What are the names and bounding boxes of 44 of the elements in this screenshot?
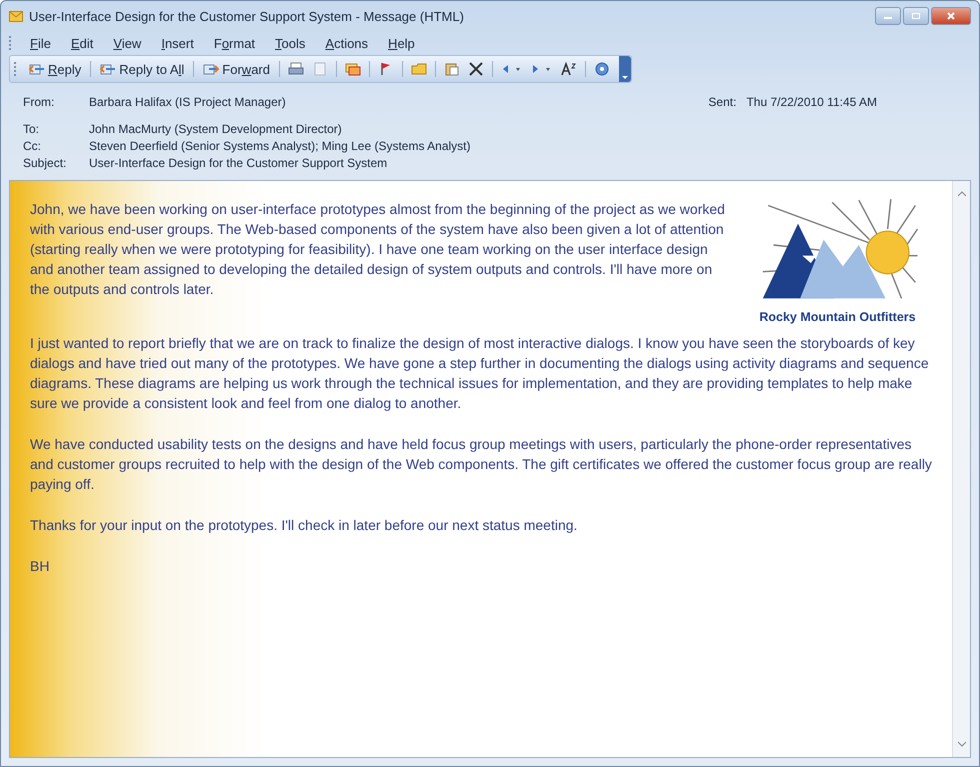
envelope-arrow-icon xyxy=(29,62,45,76)
field-label: Sent: xyxy=(708,95,736,111)
minimize-button[interactable] xyxy=(875,7,901,25)
grip-handle[interactable] xyxy=(9,36,14,50)
field-label: To: xyxy=(23,122,40,136)
envelope-arrow-icon xyxy=(100,62,116,76)
menu-item[interactable]: View xyxy=(105,34,150,52)
logo-caption: Rocky Mountain Outfitters xyxy=(759,309,916,326)
body-paragraph: Thanks for your input on the prototypes. I'll check in later before our next status meeting. xyxy=(30,516,578,535)
field-value: John MacMurty (System Development Director) xyxy=(89,122,342,136)
maximize-button[interactable] xyxy=(903,7,929,25)
body-paragraph: BH xyxy=(30,557,50,576)
envelope-icon xyxy=(9,10,23,22)
field-value: Barbara Halifax (IS Project Manager) xyxy=(89,95,286,109)
toolbar-button[interactable]: Reply xyxy=(25,60,86,78)
close-button[interactable] xyxy=(931,7,971,25)
scrollbar[interactable] xyxy=(952,181,970,757)
toolbar-button[interactable]: Reply to All xyxy=(96,60,188,78)
grip-handle[interactable] xyxy=(14,62,19,76)
menu-item[interactable]: Actions xyxy=(317,34,376,52)
menu-item[interactable]: File xyxy=(22,34,59,52)
body-paragraph: We have conducted usability tests on the designs and have held focus group meetings with users, particularly the phone-order representatives and customer groups recruited to help with the design of the Web components. The gift certificates we offered the customer focus group are really paying off. xyxy=(30,435,933,494)
body-paragraph: I just wanted to report briefly that we are on track to finalize the design of most interactive dialogs. I know you have seen the storyboards of key dialogs and have tried out many of the prototypes. We have gone a step further in documenting the dialogs using activity diagrams and sequence diagrams. These diagrams are helping us work through the technical issues for implementation, and they are providing templates to help make sure we provide a consistent look and feel from one dialog to another. xyxy=(30,334,930,413)
menu-item[interactable]: Format xyxy=(206,34,264,52)
scroll-down-icon[interactable] xyxy=(958,741,966,747)
body-paragraph: John, we have been working on user-interface prototypes almost from the beginning of the project as we worked with various end-user groups. The Web-based components of the system have also been given a lot of attention (starting really when we were prototyping for feasibility). I have one team working on the user interface design and another team assigned to developing the detailed design of system outputs and controls. I'll have more on the outputs and controls later. xyxy=(30,200,726,299)
field-label: Subject: xyxy=(23,156,68,170)
window-title: User-Interface Design for the Customer Support System - Message (HTML) xyxy=(29,8,464,24)
close-icon xyxy=(946,12,956,20)
toolbar-button[interactable]: Forward xyxy=(199,60,274,78)
field-value: User-Interface Design for the Customer Support System xyxy=(89,156,388,170)
field-label: From: xyxy=(23,95,56,109)
menu-item[interactable]: Help xyxy=(380,34,423,52)
maximize-icon xyxy=(911,12,921,20)
menu-item[interactable]: Tools xyxy=(267,34,314,52)
overflow-button[interactable] xyxy=(618,56,631,82)
envelope-arrow-icon xyxy=(203,62,220,76)
menu-item[interactable]: Insert xyxy=(153,34,202,52)
scroll-up-icon[interactable] xyxy=(958,191,966,197)
menu-item[interactable]: Edit xyxy=(62,34,102,52)
field-label: Cc: xyxy=(23,139,42,153)
field-value: Thu 7/22/2010 11:45 AM xyxy=(746,95,877,111)
field-value: Steven Deerfield (Senior Systems Analyst); Ming Lee (Systems Analyst) xyxy=(89,139,470,153)
caret-icon xyxy=(622,76,628,79)
